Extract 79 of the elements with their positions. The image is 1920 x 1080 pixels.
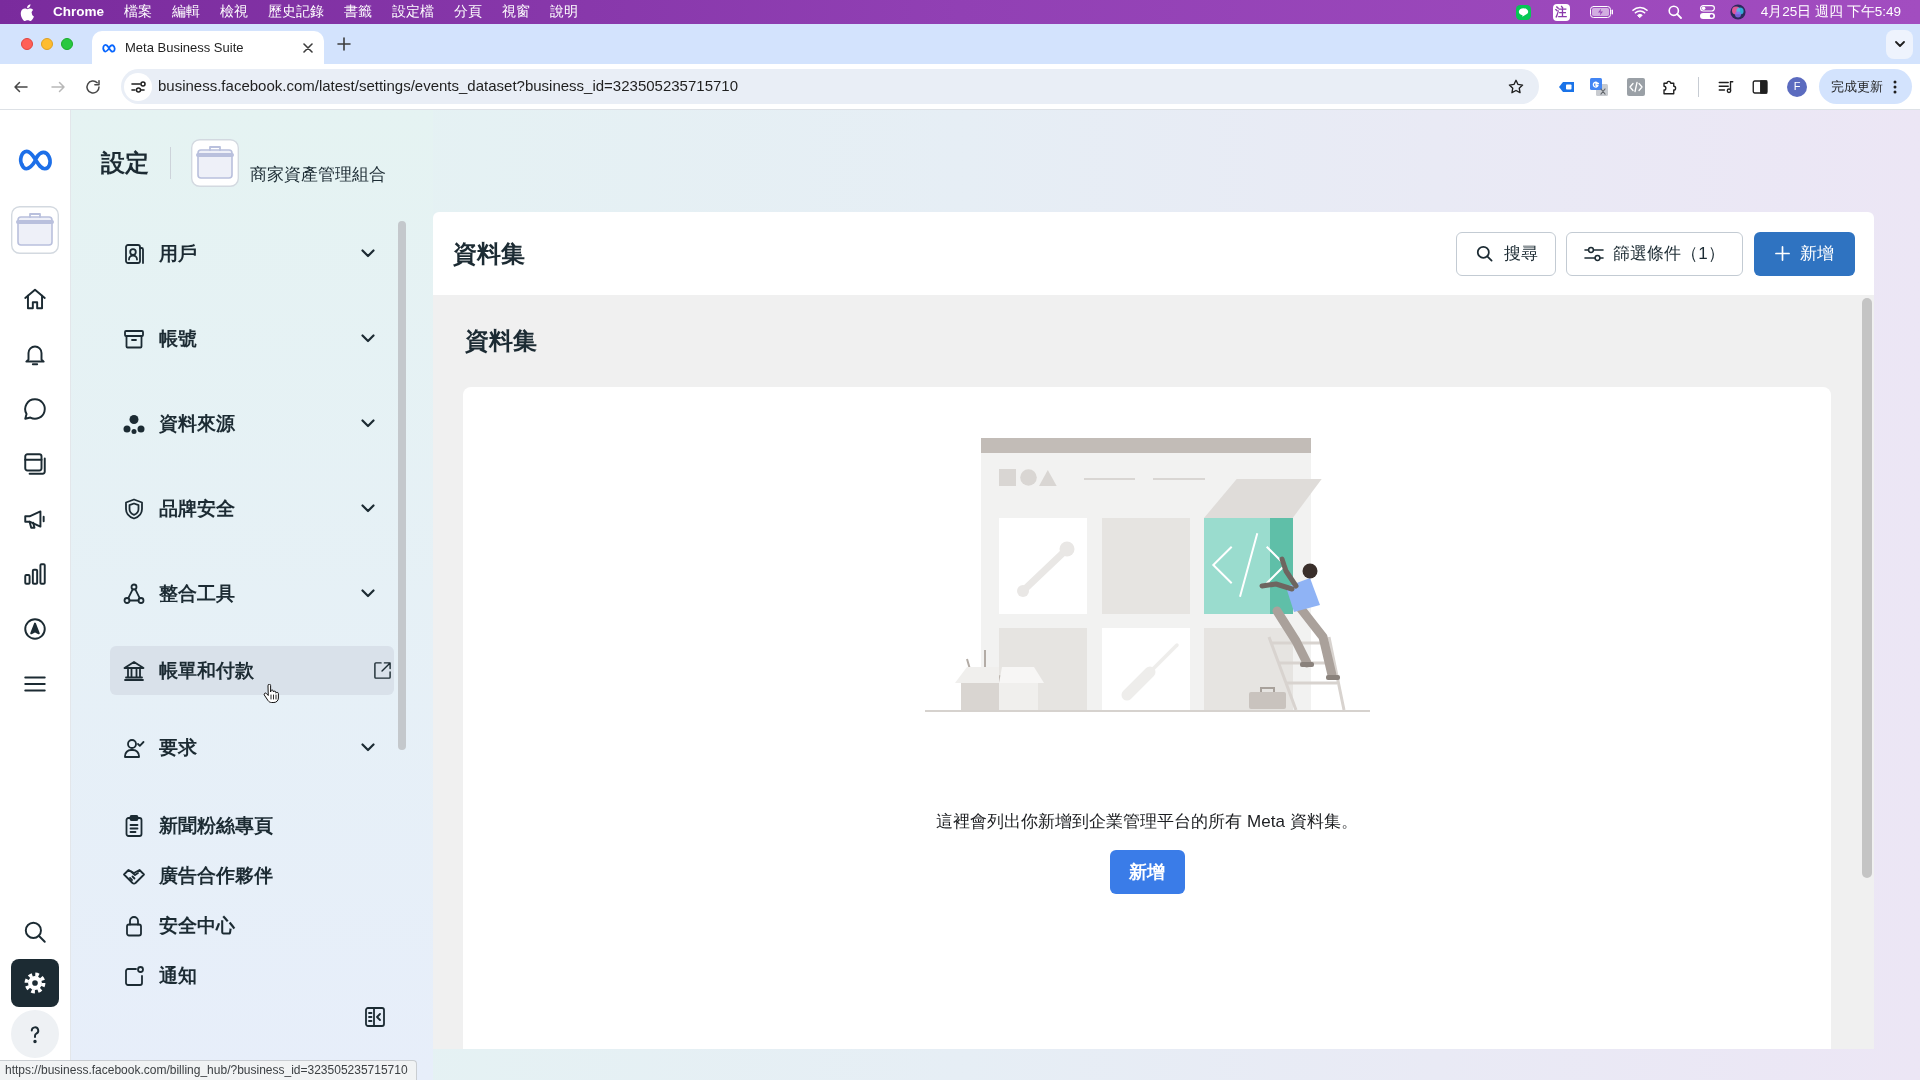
sidebar-item[interactable]: 廣告合作夥伴 [110,851,394,901]
sidebar-item[interactable]: 要求 [110,705,394,790]
sidebar-item[interactable]: 帳號 [110,296,394,381]
filter-button[interactable]: 篩選條件（1） [1566,231,1743,276]
more-icon [1893,79,1897,94]
search-icon [22,919,48,945]
shield-icon [122,496,146,521]
business-name: 商家資產管理組合 [250,164,386,186]
browser-tab[interactable]: Meta Business Suite [92,31,324,64]
home-icon [22,286,48,312]
id-badge-icon [122,241,146,266]
infinity-logo-icon [101,42,117,53]
bank-icon [122,658,146,683]
menu-item[interactable]: 歷史記錄 [268,1,324,23]
input-method-indicator[interactable]: 注 [1552,3,1570,21]
connected-nodes-icon [122,581,146,606]
empty-state-message: 這裡會列出你新增到企業管理平台的所有 Meta 資料集。 [936,811,1358,833]
add-dataset-button[interactable]: 新增 [1109,850,1185,894]
new-button[interactable]: 新增 [1754,231,1855,276]
menu-item[interactable]: 檔案 [124,1,152,23]
page-title: 設定 [101,147,149,178]
menu-item[interactable]: 編輯 [172,1,200,23]
search-button[interactable]: 搜尋 [1456,231,1556,276]
pointer-cursor-icon [263,684,279,704]
section-heading: 資料集 [465,326,538,356]
scrollbar-thumb[interactable] [398,221,406,750]
menu-item[interactable]: 書籤 [344,1,372,23]
update-button[interactable]: 完成更新 [1819,69,1912,104]
search-icon [1474,244,1494,263]
sidebar-item[interactable]: 帳單和付款 [110,646,394,695]
apple-icon[interactable] [20,3,34,21]
settings-icon [22,970,48,996]
sidebar-item[interactable]: 新聞粉絲專頁 [110,801,394,851]
page-heading: 資料集 [453,238,525,269]
status-url: https://business.facebook.com/billing_hub/?business_id=323505235715710 [0,1060,417,1080]
new-tab-icon[interactable] [337,37,351,51]
address-bar[interactable]: business.facebook.com/latest/settings/events_dataset?business_id=323505235715710 [121,69,1539,104]
code-icon[interactable] [1627,77,1645,96]
sidebar-item[interactable]: 用戶 [110,211,394,296]
search-icon[interactable] [1667,5,1682,19]
bookmark-star-icon[interactable] [1507,77,1525,96]
side-panel-icon[interactable] [1751,77,1769,96]
site-settings-icon[interactable] [124,72,152,101]
stacked-pages-icon [22,451,48,477]
menu-item[interactable]: 說明 [550,1,578,23]
profile-avatar[interactable]: F [1787,76,1807,97]
settings-button[interactable] [11,959,59,1007]
plus-icon [1775,246,1790,261]
reload-icon[interactable] [84,77,102,96]
sliders-icon [1584,244,1605,263]
chevron-down-icon [1894,41,1905,47]
bar-chart-icon [22,561,48,587]
business-avatar-icon [191,138,239,187]
sidebar-item[interactable]: 安全中心 [110,901,394,951]
menu-item[interactable]: 設定檔 [392,1,434,23]
menu-item[interactable]: 分頁 [454,1,482,23]
square-badge-icon [122,964,146,988]
compass-icon [22,616,48,642]
external-link-icon [373,661,392,680]
scrollbar-thumb[interactable] [1862,298,1872,878]
tab-list-button[interactable] [1886,29,1913,59]
wifi-icon[interactable] [1631,6,1648,18]
gradient-orb-icon[interactable] [1729,4,1746,20]
sidebar-item[interactable]: 通知 [110,951,394,1001]
chat-bubble-icon [22,396,48,422]
menu-item[interactable]: 檢視 [220,1,248,23]
close-icon[interactable] [303,42,313,53]
toggle-switches-icon[interactable] [1699,5,1715,19]
sidebar-item[interactable]: 品牌安全 [110,466,394,551]
chat-bubble-icon[interactable] [1515,4,1531,20]
sidebar-item[interactable]: 資料來源 [110,381,394,466]
app-menu[interactable]: Chrome [53,1,104,23]
menu-bar-clock[interactable]: 4月25日 週四 下午5:49 [1760,1,1901,23]
sidebar-item[interactable]: 整合工具 [110,551,394,636]
battery-icon[interactable] [1589,6,1614,18]
menu-item[interactable]: 視窗 [502,1,530,23]
panel-collapse-icon[interactable] [363,1005,387,1029]
window-close-icon[interactable] [21,38,33,50]
translate-icon[interactable] [1590,77,1608,96]
